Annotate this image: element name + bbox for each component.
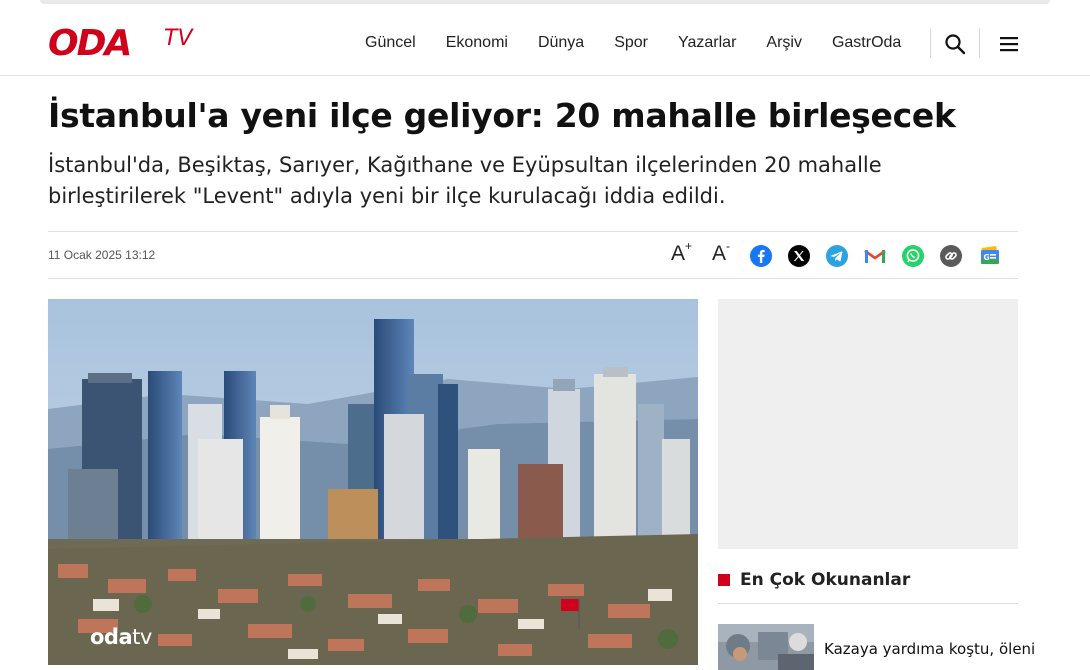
main-nav: Güncel Ekonomi Dünya Spor Yazarlar Arşiv… [350, 32, 916, 54]
font-decrease-sup: - [726, 239, 731, 253]
article-title: İstanbul'a yeni ilçe geliyor: 20 mahalle… [48, 96, 956, 135]
popular-item[interactable]: Kazaya yardıma koştu, öleni [718, 624, 1038, 670]
nav-item-gastroda[interactable]: GastrOda [817, 32, 916, 54]
font-decrease-button[interactable]: A- [712, 239, 731, 266]
svg-text:TV: TV [164, 26, 194, 51]
gmail-icon[interactable] [863, 244, 887, 268]
header-divider [979, 28, 980, 58]
logo-graphic: ODA TV [48, 23, 194, 64]
article-hero-image[interactable]: odatv [48, 299, 698, 665]
most-read-title: En Çok Okunanlar [740, 570, 911, 590]
site-header: ODA TV Güncel Ekonomi Dünya Spor Yazarla… [0, 8, 1090, 76]
most-read-header: En Çok Okunanlar [718, 570, 910, 590]
browser-top-strip [0, 0, 1090, 8]
article-meta-bar: 11 Ocak 2025 13:12 A+ A- G [48, 231, 1018, 279]
advertisement-slot [718, 299, 1018, 549]
svg-text:G: G [984, 253, 990, 262]
watermark-thin: tv [132, 625, 152, 649]
nav-item-ekonomi[interactable]: Ekonomi [431, 32, 523, 54]
section-divider [718, 603, 1018, 604]
search-icon[interactable] [943, 32, 967, 56]
odatv-logo[interactable]: ODA TV [48, 23, 208, 64]
link-icon[interactable] [939, 244, 963, 268]
header-divider [930, 28, 931, 58]
font-increase-label: A [671, 242, 686, 265]
nav-item-yazarlar[interactable]: Yazarlar [663, 32, 751, 54]
hamburger-menu-icon[interactable] [997, 32, 1021, 56]
nav-item-guncel[interactable]: Güncel [350, 32, 431, 54]
font-increase-button[interactable]: A+ [671, 239, 693, 266]
article-summary: İstanbul'da, Beşiktaş, Sarıyer, Kağıthan… [48, 153, 882, 208]
google-news-icon[interactable]: G [978, 244, 1002, 268]
x-icon[interactable] [787, 244, 811, 268]
nav-item-spor[interactable]: Spor [599, 32, 663, 54]
publish-date: 11 Ocak 2025 13:12 [48, 248, 156, 262]
font-increase-sup: + [685, 239, 693, 253]
top-scroll-bar [40, 0, 1050, 4]
svg-text:ODA: ODA [48, 26, 130, 60]
facebook-icon[interactable] [749, 244, 773, 268]
popular-item-thumbnail [718, 624, 814, 670]
section-marker [718, 574, 730, 586]
nav-item-arsiv[interactable]: Arşiv [751, 32, 817, 54]
nav-item-dunya[interactable]: Dünya [523, 32, 599, 54]
telegram-icon[interactable] [825, 244, 849, 268]
font-decrease-label: A [712, 242, 727, 265]
whatsapp-icon[interactable] [901, 244, 925, 268]
image-watermark: odatv [90, 625, 152, 649]
popular-item-title: Kazaya yardıma koştu, öleni [824, 640, 1036, 658]
istanbul-skyline-illustration [48, 299, 698, 665]
watermark-bold: oda [90, 625, 133, 649]
